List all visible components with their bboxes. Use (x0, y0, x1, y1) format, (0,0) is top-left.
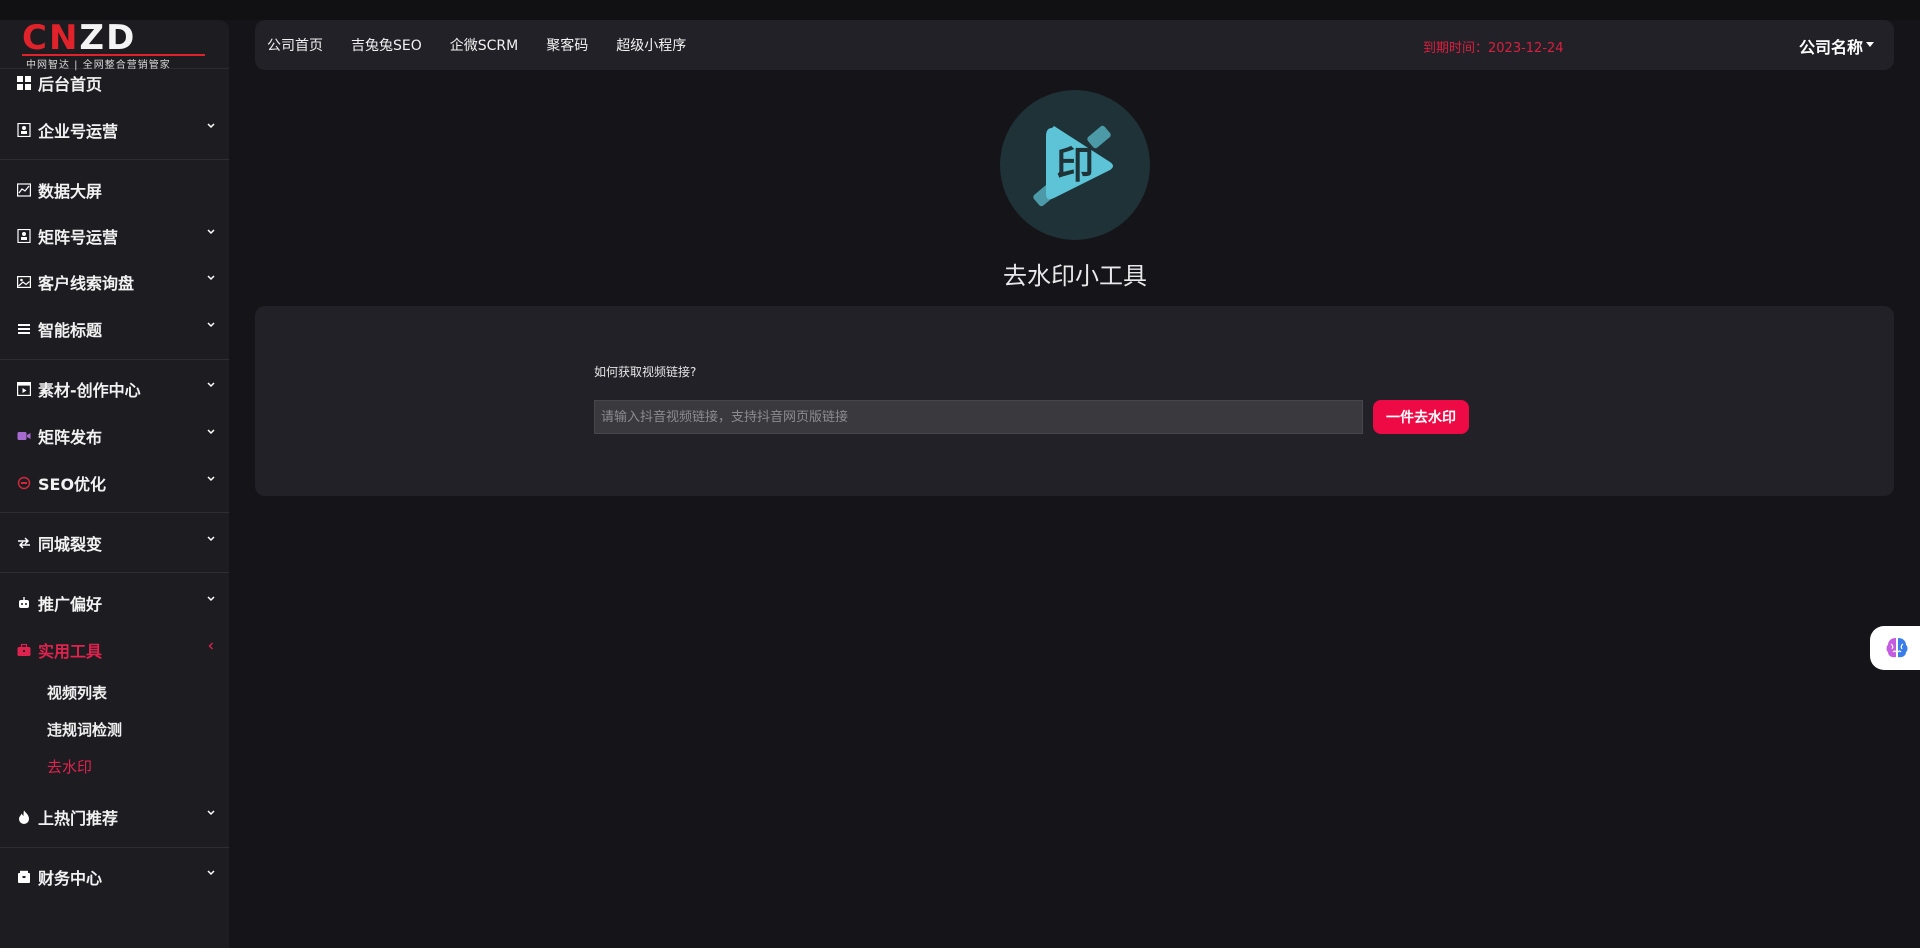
video-frame-icon (16, 381, 32, 397)
chevron-down-icon (207, 322, 215, 328)
svg-text:印: 印 (1056, 143, 1094, 187)
video-url-input[interactable] (594, 400, 1363, 434)
divider (0, 512, 229, 513)
sidebar-item-finance[interactable]: 财务中心 (0, 857, 229, 897)
expire-date: 到期时间：2023-12-24 (1423, 41, 1564, 56)
sidebar-item-leads[interactable]: 客户线索询盘 (0, 262, 229, 302)
remove-watermark-button[interactable]: 一件去水印 (1373, 400, 1469, 434)
toolbox-icon (16, 642, 32, 658)
help-link[interactable]: 如何获取视频链接? (594, 363, 696, 380)
sidebar-item-label: 财务中心 (38, 869, 103, 888)
chevron-down-icon (207, 536, 215, 542)
chevron-down-icon (207, 229, 215, 235)
logo[interactable]: CNZD 中网智达 | 全网整合营销管家 (0, 20, 229, 71)
sidebar-item-tools[interactable]: 实用工具 (0, 630, 229, 670)
sidebar-item-label: 同城裂变 (38, 535, 103, 554)
divider (0, 359, 229, 360)
watermark-tool-logo: 印 (1000, 90, 1150, 240)
sidebar-item-local-fission[interactable]: 同城裂变 (0, 523, 229, 563)
sidebar-item-materials[interactable]: 素材-创作中心 (0, 369, 229, 409)
seo-icon (16, 475, 32, 491)
caret-down-icon (1866, 42, 1874, 47)
sidebar-item-home[interactable]: 后台首页 (0, 63, 229, 103)
watermark-form-panel: 如何获取视频链接? 一件去水印 (255, 306, 1894, 496)
sidebar-item-promo-pref[interactable]: 推广偏好 (0, 583, 229, 623)
chevron-left-icon (208, 642, 213, 650)
sidebar-item-label: 企业号运营 (38, 122, 119, 141)
sidebar-item-label: 数据大屏 (38, 182, 103, 201)
chevron-down-icon (207, 123, 215, 129)
nav-scrm[interactable]: 企微SCRM (450, 35, 518, 55)
fire-icon (16, 809, 32, 825)
sidebar-item-label: 客户线索询盘 (38, 274, 135, 293)
id-card-icon (16, 228, 32, 244)
dashboard-icon (16, 75, 32, 91)
sidebar-item-data-screen[interactable]: 数据大屏 (0, 170, 229, 210)
id-card-icon (16, 122, 32, 138)
list-icon (16, 321, 32, 337)
robot-icon (16, 595, 32, 611)
sidebar-item-label: 后台首页 (38, 75, 103, 94)
chevron-down-icon (207, 870, 215, 876)
sidebar-item-smart-title[interactable]: 智能标题 (0, 309, 229, 349)
nav-juke-code[interactable]: 聚客码 (546, 35, 588, 55)
submenu-item-video-list[interactable]: 视频列表 (47, 682, 107, 703)
sidebar-item-label: 上热门推荐 (38, 809, 119, 828)
chevron-down-icon (207, 596, 215, 602)
sidebar-item-label: 推广偏好 (38, 595, 103, 614)
sidebar: CNZD 中网智达 | 全网整合营销管家 后台首页 企业号运营 数据大屏 矩阵号… (0, 20, 229, 948)
image-icon (16, 274, 32, 290)
company-dropdown[interactable]: 公司名称 (1799, 34, 1874, 58)
watermark-logo-icon: 印 (1033, 125, 1113, 207)
chevron-down-icon (207, 810, 215, 816)
sidebar-item-label: SEO优化 (38, 475, 107, 494)
divider (0, 572, 229, 573)
chevron-down-icon (207, 476, 215, 482)
divider (0, 847, 229, 848)
nav-company-home[interactable]: 公司首页 (267, 35, 323, 55)
sidebar-item-label: 智能标题 (38, 321, 103, 340)
wallet-icon (16, 869, 32, 885)
company-name: 公司名称 (1798, 38, 1863, 57)
top-strip (0, 0, 1920, 20)
sidebar-item-hot-recommend[interactable]: 上热门推荐 (0, 797, 229, 837)
divider (0, 159, 229, 160)
camera-icon (16, 428, 32, 444)
sidebar-item-enterprise[interactable]: 企业号运营 (0, 110, 229, 150)
sidebar-item-label: 矩阵号运营 (38, 228, 119, 247)
top-nav: 公司首页 吉兔兔SEO 企微SCRM 聚客码 超级小程序 (267, 20, 714, 70)
submenu-item-banned-words[interactable]: 违规词检测 (47, 719, 122, 740)
chevron-down-icon (207, 382, 215, 388)
sidebar-item-seo[interactable]: SEO优化 (0, 463, 229, 503)
sidebar-item-label: 素材-创作中心 (38, 381, 141, 400)
logo-text: CNZD (22, 20, 137, 58)
submenu-item-watermark[interactable]: 去水印 (47, 756, 92, 777)
sidebar-item-label: 矩阵发布 (38, 428, 103, 447)
sidebar-item-matrix-ops[interactable]: 矩阵号运营 (0, 216, 229, 256)
brain-icon (1886, 638, 1908, 658)
nav-mini-program[interactable]: 超级小程序 (616, 35, 686, 55)
chevron-down-icon (207, 429, 215, 435)
chart-line-icon (16, 182, 32, 198)
top-header: 公司首页 吉兔兔SEO 企微SCRM 聚客码 超级小程序 到期时间：2023-1… (255, 20, 1894, 70)
sidebar-item-matrix-publish[interactable]: 矩阵发布 (0, 416, 229, 456)
exchange-icon (16, 535, 32, 551)
page-title: 去水印小工具 (1003, 262, 1147, 290)
floating-assistant-button[interactable] (1870, 626, 1920, 670)
nav-seo[interactable]: 吉兔兔SEO (351, 35, 422, 55)
sidebar-item-label: 实用工具 (38, 642, 103, 661)
chevron-down-icon (207, 275, 215, 281)
